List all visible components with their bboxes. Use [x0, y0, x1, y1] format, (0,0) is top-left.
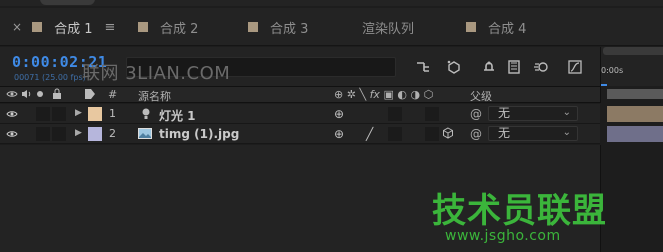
parent-select[interactable]: 无 ⌄	[488, 126, 578, 141]
number-column-header[interactable]: #	[108, 88, 117, 101]
layer-name[interactable]: timg (1).jpg	[159, 127, 239, 141]
comp-color-swatch	[248, 22, 258, 32]
pickwhip-spiral-icon[interactable]: @	[470, 107, 482, 121]
parent-select-value: 无	[498, 106, 511, 120]
solo-cell[interactable]	[36, 127, 50, 141]
switch-cell[interactable]	[388, 107, 402, 121]
lock-cell[interactable]	[52, 127, 66, 141]
draft-3d-icon[interactable]	[443, 56, 465, 78]
switch-cell[interactable]	[425, 127, 439, 141]
chevron-down-icon: ⌄	[562, 127, 571, 138]
expand-triangle-icon[interactable]: ▶	[75, 108, 82, 118]
lock-icon[interactable]	[52, 88, 62, 103]
composition-tab-bar: × 合成 1 ≡ 合成 2 合成 3 渲染队列 合成 4	[0, 8, 663, 46]
chevron-down-icon: ⌄	[562, 107, 571, 118]
tab-label: 合成 2	[160, 21, 199, 37]
collapse-switch-icon[interactable]: ✲	[347, 88, 356, 101]
comp-mini-flowchart-icon[interactable]	[412, 56, 434, 78]
image-thumbnail-icon	[138, 128, 152, 142]
watermark-text: 联网 3LIAN.COM	[82, 63, 231, 84]
layer-number: 1	[109, 107, 116, 120]
solo-icon[interactable]	[37, 91, 43, 97]
parent-column-header[interactable]: 父级	[470, 88, 492, 104]
expand-triangle-icon[interactable]: ▶	[75, 128, 82, 138]
tab-label: 合成 1	[54, 21, 93, 37]
effect-switch-icon[interactable]: fx	[370, 88, 380, 101]
layer-number: 2	[109, 127, 116, 140]
source-name-column-header[interactable]: 源名称	[138, 88, 171, 104]
eye-icon[interactable]	[6, 88, 18, 103]
label-tag-icon[interactable]	[84, 88, 96, 103]
brand-url: www.jsgho.com	[445, 228, 561, 244]
work-area-track[interactable]	[607, 89, 663, 99]
adjustment-switch-icon[interactable]: ◑	[410, 88, 420, 101]
audio-icon[interactable]	[20, 88, 32, 103]
switches-header-icons: ⊕ ✲ ╲ fx ▣ ◐ ◑ ⬡	[334, 88, 433, 101]
tab-label: 渲染队列	[362, 21, 415, 37]
shy-layers-icon[interactable]	[478, 56, 500, 78]
switch-cell[interactable]	[388, 127, 402, 141]
layer-column-header: # 源名称 ⊕ ✲ ╲ fx ▣ ◐ ◑ ⬡ 父级	[0, 86, 600, 103]
tab-menu-icon[interactable]: ≡	[104, 20, 115, 35]
3d-layer-cube-icon[interactable]	[442, 127, 454, 142]
parent-select-value: 无	[498, 126, 511, 140]
comp-color-swatch	[466, 22, 476, 32]
work-area-bar[interactable]	[603, 47, 663, 55]
graph-editor-icon[interactable]	[564, 56, 586, 78]
tab-label: 合成 4	[488, 21, 527, 37]
tab-comp-1[interactable]: × 合成 1 ≡	[12, 8, 115, 46]
visibility-eye-icon[interactable]	[6, 108, 18, 123]
layer-name[interactable]: 灯光 1	[159, 107, 196, 124]
timeline-toolbar: 0:00:02:21 00071 (25.00 fps) 联网 3LIAN.CO…	[0, 47, 600, 86]
motion-blur-icon[interactable]	[530, 56, 552, 78]
layer-row[interactable]: ▶ 2 timg (1).jpg ⊕ ╱ @ 无 ⌄	[0, 124, 600, 144]
panel-grip[interactable]	[40, 0, 95, 5]
shy-switch-icon[interactable]: ⊕	[334, 127, 344, 141]
pickwhip-spiral-icon[interactable]: @	[470, 127, 482, 141]
label-color-swatch[interactable]	[88, 107, 102, 121]
parent-select[interactable]: 无 ⌄	[488, 106, 578, 121]
timeline-empty-area	[600, 145, 663, 252]
ruler-time-label: 0:00s	[601, 66, 624, 75]
layer-duration-bar[interactable]	[607, 106, 663, 122]
tab-comp-2[interactable]: 合成 2	[138, 8, 198, 46]
comp-color-swatch	[32, 22, 43, 32]
lock-cell[interactable]	[52, 107, 66, 121]
brand-watermark: 技术员联盟	[432, 191, 607, 231]
frame-count: 00071 (25.00 fps)	[14, 73, 86, 82]
shy-switch-icon[interactable]: ⊕	[334, 88, 343, 101]
3d-layer-switch-icon[interactable]: ⬡	[424, 88, 434, 101]
light-bulb-icon	[141, 107, 151, 124]
comp-color-swatch	[138, 22, 148, 32]
quality-switch-icon[interactable]: ╱	[366, 127, 373, 141]
frame-blending-icon[interactable]	[503, 56, 525, 78]
solo-cell[interactable]	[36, 107, 50, 121]
switch-cell[interactable]	[425, 107, 439, 121]
close-icon[interactable]: ×	[12, 20, 22, 34]
time-ruler[interactable]: 0:00s	[600, 47, 663, 98]
tab-label: 合成 3	[270, 21, 309, 37]
shy-switch-icon[interactable]: ⊕	[334, 107, 344, 121]
quality-switch-icon[interactable]: ╲	[359, 88, 366, 101]
tab-comp-4[interactable]: 合成 4	[466, 8, 526, 46]
visibility-eye-icon[interactable]	[6, 128, 18, 143]
layer-duration-bar[interactable]	[607, 126, 663, 142]
label-color-swatch[interactable]	[88, 127, 102, 141]
tab-comp-3[interactable]: 合成 3	[248, 8, 308, 46]
frame-blend-switch-icon[interactable]: ▣	[383, 88, 393, 101]
tab-render-queue[interactable]: 渲染队列	[362, 8, 414, 46]
motion-blur-switch-icon[interactable]: ◐	[397, 88, 407, 101]
layer-row[interactable]: ▶ 1 灯光 1 ⊕ @ 无 ⌄	[0, 104, 600, 124]
panel-top-strip	[0, 0, 663, 6]
